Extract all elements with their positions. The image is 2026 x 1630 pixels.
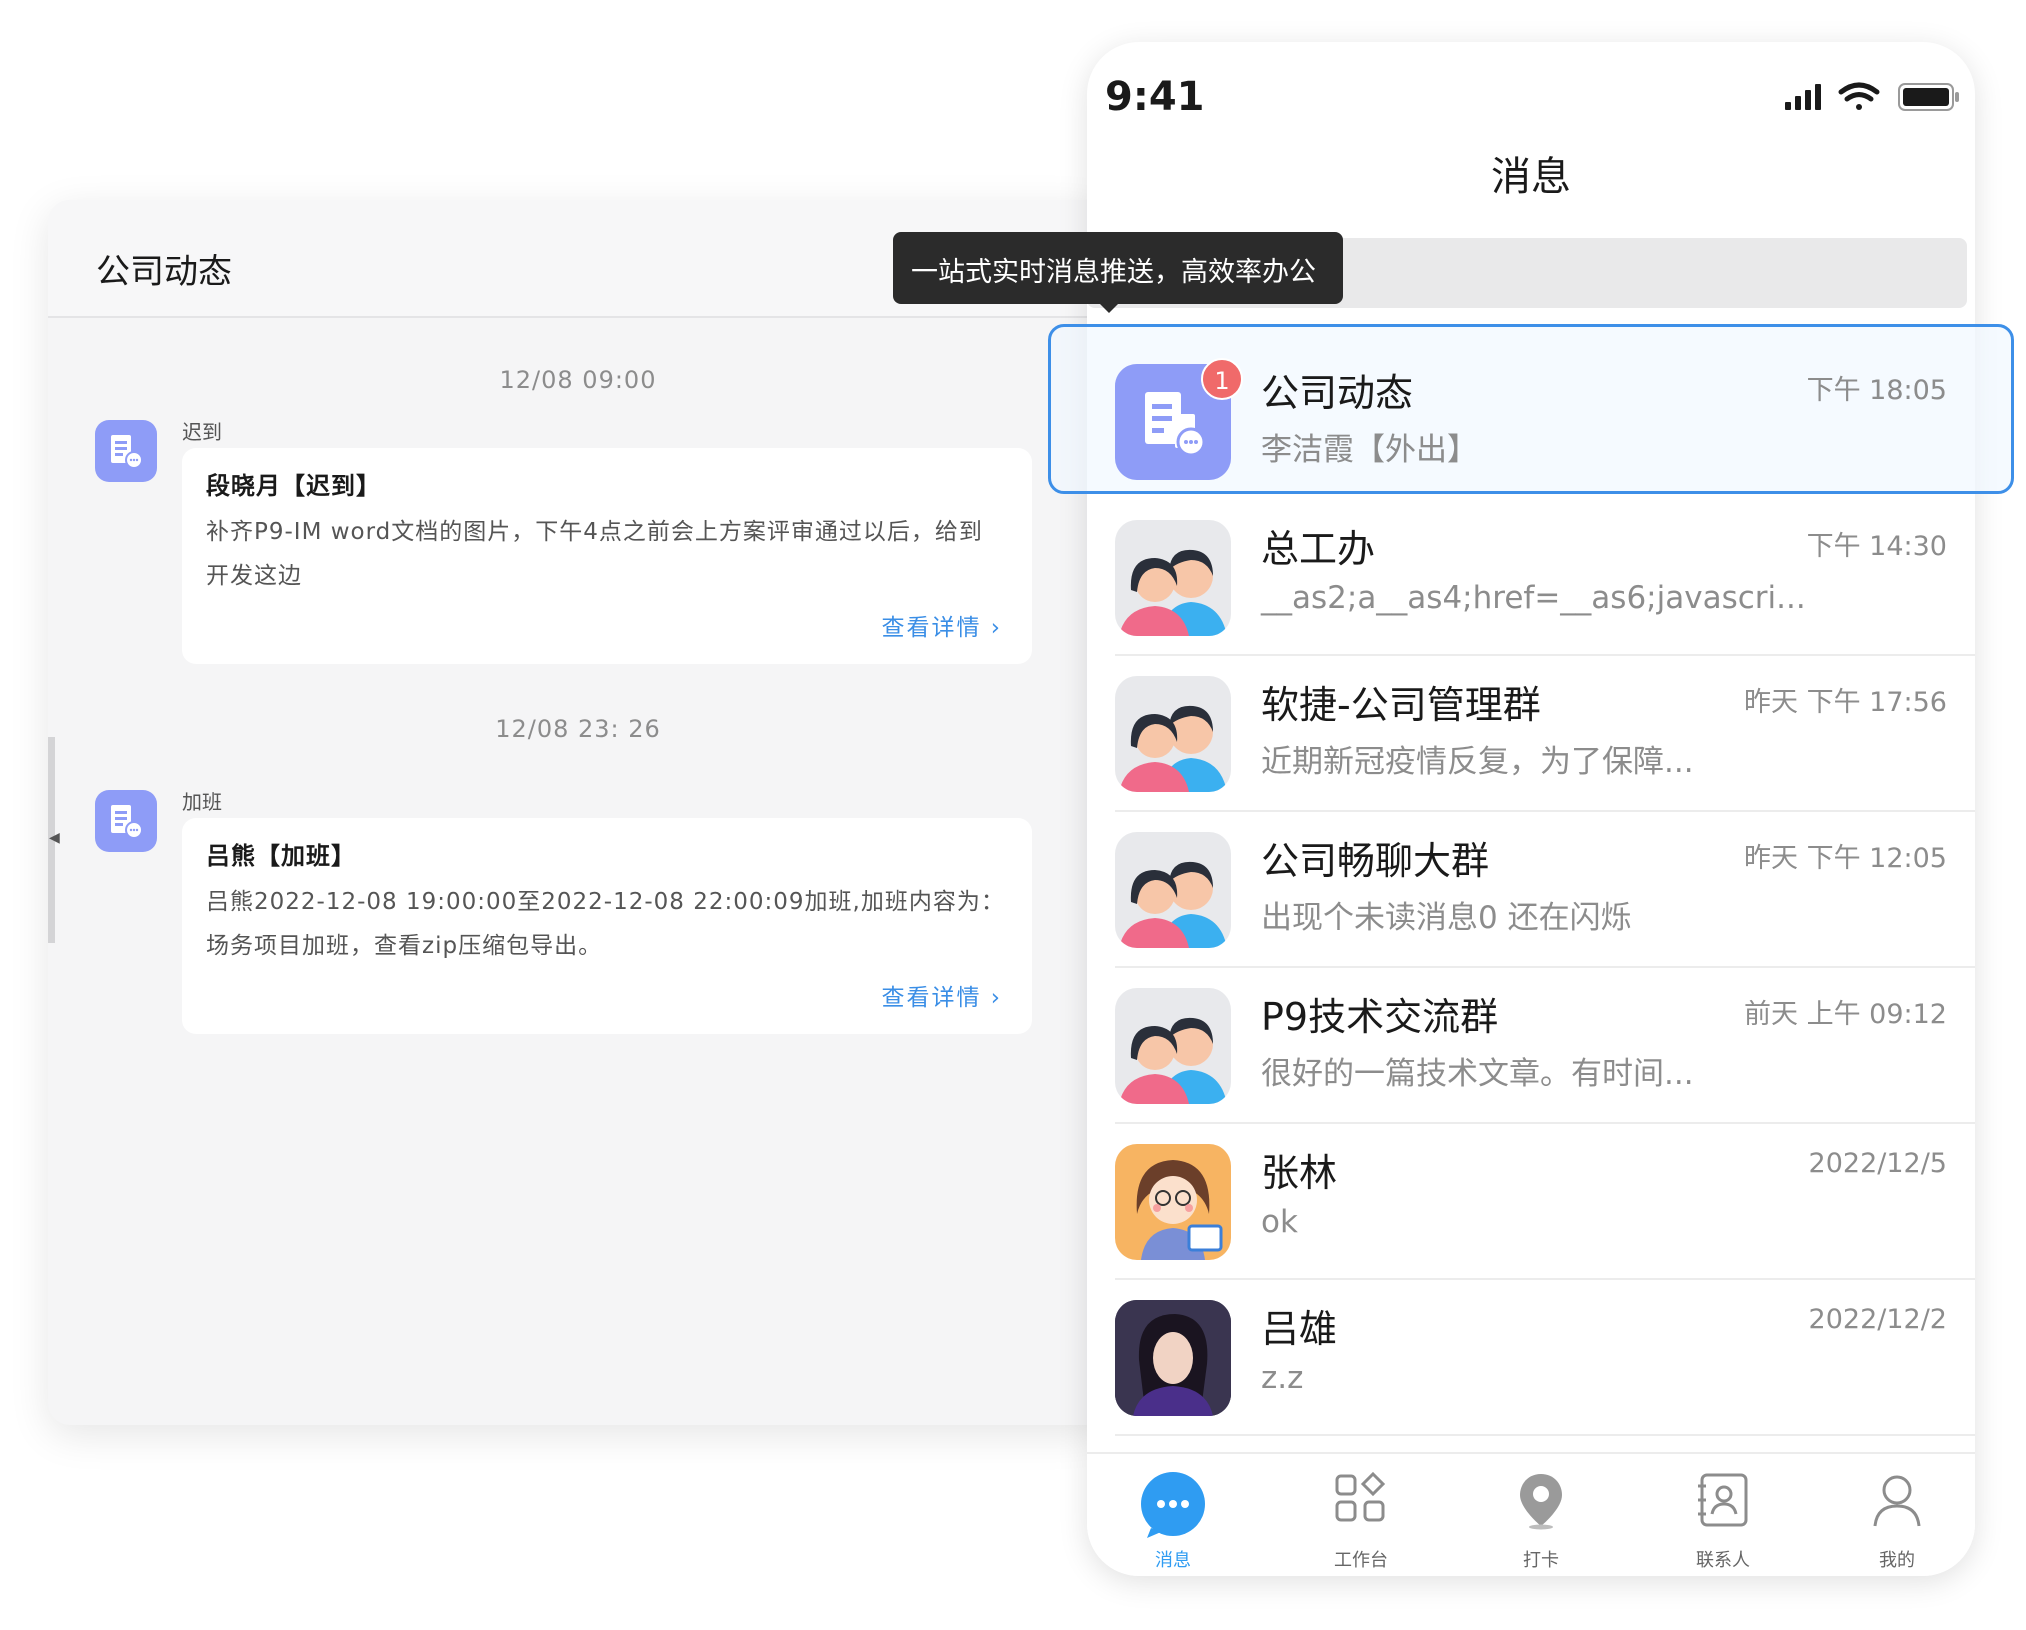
tab-profile[interactable]: 我的	[1827, 1454, 1967, 1576]
conversation-time: 2022/12/5	[1808, 1148, 1947, 1179]
entry-category: 迟到	[182, 420, 222, 444]
status-icons	[1785, 80, 1961, 118]
conversation-name: 吕雄	[1261, 1307, 1338, 1351]
user-icon	[1871, 1472, 1923, 1532]
company-news-panel: 公司动态 12/08 09:00 迟到 段晓月【迟到】 补齐P9-IM word…	[48, 200, 1108, 1425]
tab-workbench[interactable]: 工作台	[1291, 1454, 1431, 1576]
group-avatar-icon	[1115, 520, 1231, 636]
tab-contacts[interactable]: 联系人	[1653, 1454, 1793, 1576]
page-title: 消息	[1491, 154, 1571, 200]
conversation-item[interactable]: 1 公司动态 下午 18:05 李洁霞【外出】	[1087, 344, 1975, 500]
conversation-time: 昨天 下午 12:05	[1744, 843, 1947, 874]
tab-checkin[interactable]: 打卡	[1471, 1454, 1611, 1576]
entry-timestamp: 12/08 23: 26	[495, 715, 661, 743]
photo-avatar	[1115, 1300, 1231, 1416]
card-body: 吕熊2022-12-08 19:00:00至2022-12-08 22:00:0…	[206, 889, 1005, 959]
conversation-preview: __as2;a__as4;href=__as6;javascri...	[1261, 580, 1806, 616]
conversation-preview: 李洁霞【外出】	[1261, 432, 1478, 468]
document-app-icon	[95, 790, 157, 852]
signal-icon	[1785, 84, 1821, 110]
contacts-icon	[1696, 1472, 1750, 1532]
screen: 公司动态 12/08 09:00 迟到 段晓月【迟到】 补齐P9-IM word…	[0, 0, 2026, 1630]
location-pin-icon	[1517, 1472, 1565, 1534]
conversation-name: 总工办	[1261, 527, 1376, 571]
notice-card[interactable]: 吕熊【加班】 吕熊2022-12-08 19:00:00至2022-12-08 …	[182, 818, 1032, 1034]
bottom-tab-bar: 消息 工作台 打卡 联系人 我的	[1087, 1452, 1975, 1576]
conversation-time: 昨天 下午 17:56	[1744, 687, 1947, 718]
tooltip-text: 一站式实时消息推送，高效率办公	[911, 257, 1316, 288]
conversation-name: 公司畅聊大群	[1261, 839, 1490, 883]
view-details-link[interactable]: 查看详情 ›	[881, 978, 1002, 1012]
conversation-name: 软捷-公司管理群	[1261, 683, 1541, 727]
tab-label: 打卡	[1523, 1550, 1559, 1571]
tab-label: 联系人	[1696, 1550, 1750, 1571]
conversation-item[interactable]: 软捷-公司管理群 昨天 下午 17:56 近期新冠疫情反复，为了保障...	[1087, 656, 1975, 812]
card-title: 吕熊【加班】	[206, 842, 356, 870]
conversation-item[interactable]: 张林 2022/12/5 ok	[1087, 1124, 1975, 1280]
conversation-preview: z.z	[1261, 1360, 1304, 1396]
entry-timestamp: 12/08 09:00	[499, 366, 657, 394]
conversation-name: P9技术交流群	[1261, 995, 1499, 1039]
view-details-link[interactable]: 查看详情 ›	[881, 608, 1002, 642]
divider	[1115, 1434, 1975, 1436]
highlighted-conversation[interactable]: 1 公司动态 下午 18:05 李洁霞【外出】	[1087, 344, 1975, 500]
conversation-item[interactable]: 总工办 下午 14:30 __as2;a__as4;href=__as6;jav…	[1087, 500, 1975, 656]
conversation-preview: 出现个未读消息0 还在闪烁	[1261, 900, 1632, 936]
conversation-name: 张林	[1261, 1151, 1338, 1195]
battery-icon	[1898, 83, 1959, 111]
card-title: 段晓月【迟到】	[206, 472, 381, 500]
conversation-preview: 很好的一篇技术文章。有时间...	[1261, 1056, 1694, 1092]
entry-category: 加班	[182, 790, 222, 814]
status-time: 9:41	[1105, 74, 1205, 120]
card-body: 补齐P9-IM word文档的图片，下午4点之前会上方案评审通过以后，给到开发这…	[206, 519, 983, 589]
tab-label: 消息	[1155, 1550, 1191, 1571]
cartoon-girl-avatar	[1115, 1144, 1231, 1260]
wifi-icon	[1838, 82, 1880, 110]
conversation-name: 公司动态	[1261, 371, 1414, 415]
conversation-item[interactable]: 吕雄 2022/12/2 z.z	[1087, 1280, 1975, 1436]
tab-messages[interactable]: 消息	[1103, 1454, 1243, 1576]
unread-badge: 1	[1201, 358, 1243, 400]
panel-title: 公司动态	[96, 252, 232, 292]
conversation-time: 下午 18:05	[1806, 375, 1947, 406]
tab-label: 工作台	[1334, 1550, 1388, 1571]
conversation-item[interactable]: 公司畅聊大群 昨天 下午 12:05 出现个未读消息0 还在闪烁	[1087, 812, 1975, 968]
tooltip: 一站式实时消息推送，高效率办公	[893, 232, 1343, 304]
conversation-time: 前天 上午 09:12	[1744, 999, 1947, 1030]
message-icon	[1137, 1472, 1209, 1542]
conversation-time: 下午 14:30	[1806, 531, 1947, 562]
conversation-time: 2022/12/2	[1808, 1304, 1947, 1335]
document-app-icon	[95, 420, 157, 482]
conversation-preview: ok	[1261, 1204, 1298, 1240]
conversation-item[interactable]: P9技术交流群 前天 上午 09:12 很好的一篇技术文章。有时间...	[1087, 968, 1975, 1124]
group-avatar-icon	[1115, 988, 1231, 1104]
conversation-preview: 近期新冠疫情反复，为了保障...	[1261, 744, 1694, 780]
workbench-icon	[1335, 1471, 1387, 1528]
tab-label: 我的	[1879, 1550, 1915, 1571]
tooltip-arrow	[1098, 302, 1120, 313]
group-avatar-icon	[1115, 676, 1231, 792]
notice-card[interactable]: 段晓月【迟到】 补齐P9-IM word文档的图片，下午4点之前会上方案评审通过…	[182, 448, 1032, 664]
group-avatar-icon	[1115, 832, 1231, 948]
collapse-arrow-icon[interactable]: ◀	[49, 830, 60, 846]
